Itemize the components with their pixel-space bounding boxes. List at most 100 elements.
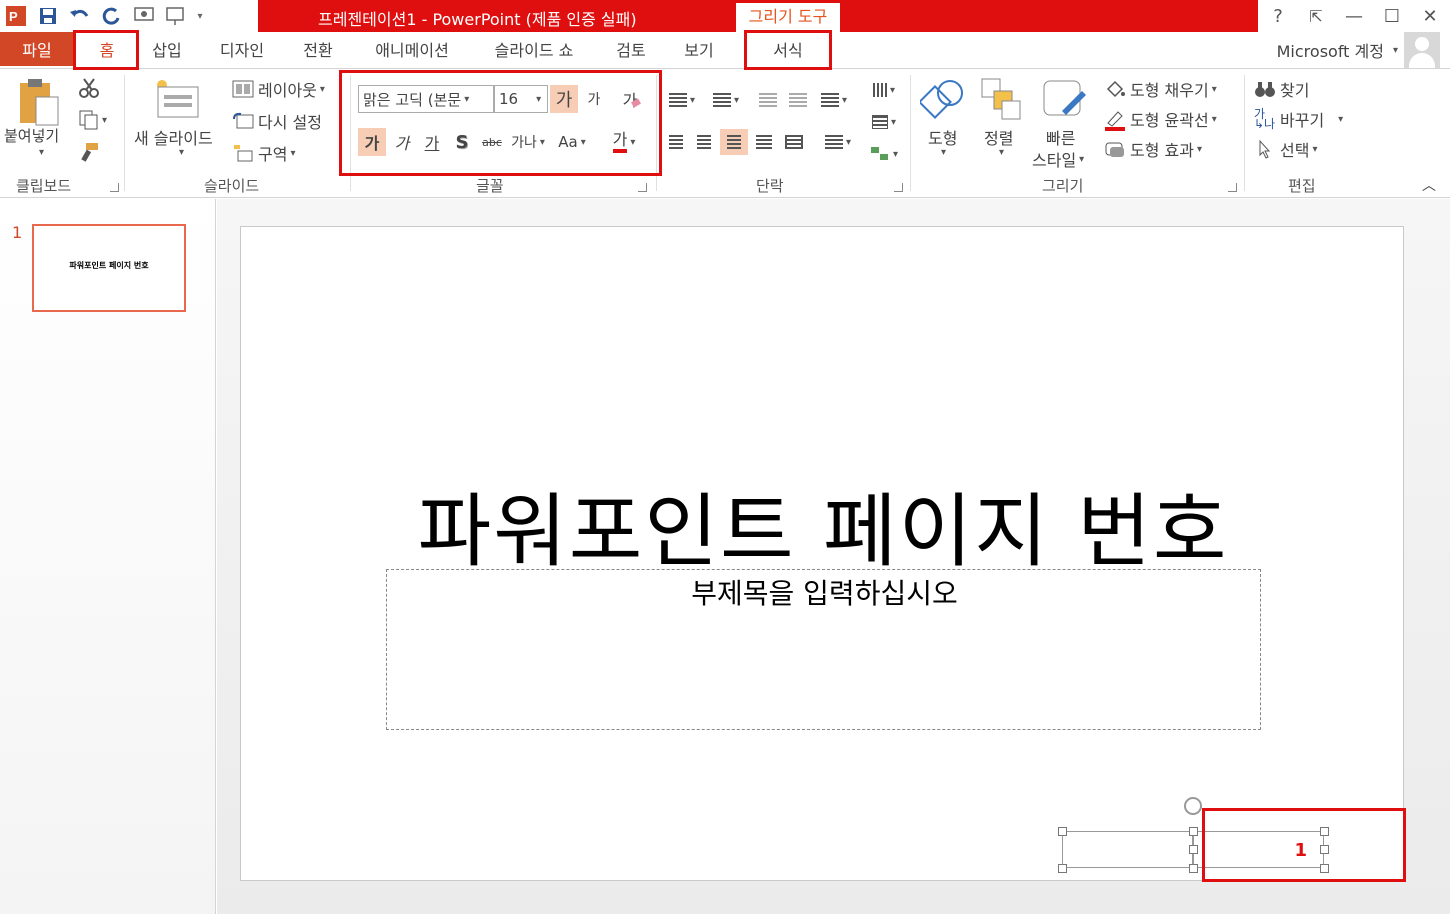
- save-icon[interactable]: [32, 0, 64, 32]
- footer-placeholder[interactable]: [1062, 831, 1193, 868]
- slide-thumbnail[interactable]: 파워포인트 페이지 번호: [32, 224, 186, 312]
- customize-qat-icon[interactable]: ▾: [192, 0, 208, 32]
- new-slide-button[interactable]: 새 슬라이드: [134, 125, 213, 149]
- shape-fill-button[interactable]: 도형 채우기 ▾: [1104, 77, 1217, 101]
- resize-handle[interactable]: [1320, 827, 1329, 836]
- avatar[interactable]: [1404, 32, 1440, 68]
- font-color-button[interactable]: 가 ▾: [602, 128, 646, 156]
- font-name-combobox[interactable]: 맑은 고딕 (본문 ▾: [358, 85, 494, 113]
- strikethrough-button[interactable]: abc: [478, 128, 506, 156]
- reset-button[interactable]: 다시 설정: [232, 109, 322, 133]
- tab-review[interactable]: 검토: [604, 32, 658, 66]
- select-button[interactable]: 선택 ▾: [1254, 137, 1317, 161]
- resize-handle[interactable]: [1058, 827, 1067, 836]
- undo-icon[interactable]: [64, 0, 96, 32]
- tab-format[interactable]: 서식: [748, 32, 828, 66]
- quick-styles-button[interactable]: 스타일 ▾: [1032, 147, 1084, 171]
- shapes-icon[interactable]: [920, 77, 966, 121]
- text-direction-button[interactable]: ▾: [864, 77, 904, 103]
- slide-canvas[interactable]: 파워포인트 페이지 번호 부제목을 입력하십시오 1: [240, 226, 1404, 881]
- ribbon-display-options-icon[interactable]: ⇱: [1298, 0, 1334, 32]
- tab-animations[interactable]: 애니메이션: [360, 32, 464, 66]
- increase-indent-button[interactable]: [784, 87, 812, 113]
- align-left-button[interactable]: [662, 129, 690, 155]
- minimize-button[interactable]: —: [1336, 0, 1372, 32]
- grow-font-button[interactable]: 가: [550, 85, 578, 113]
- close-button[interactable]: ✕: [1412, 0, 1448, 32]
- arrange-icon[interactable]: [980, 77, 1022, 121]
- shapes-dropdown[interactable]: ▾: [938, 147, 946, 158]
- present-icon[interactable]: [160, 0, 192, 32]
- resize-handle[interactable]: [1320, 864, 1329, 873]
- quick-styles-icon[interactable]: [1042, 77, 1088, 121]
- columns-button[interactable]: ▾: [818, 129, 858, 155]
- font-size-combobox[interactable]: 16 ▾: [494, 85, 548, 113]
- find-button[interactable]: 찾기: [1254, 77, 1309, 101]
- tab-file[interactable]: 파일: [0, 32, 74, 66]
- shapes-button[interactable]: 도형: [928, 125, 957, 149]
- quick-styles-label-1[interactable]: 빠른: [1046, 125, 1075, 149]
- align-right-button[interactable]: [720, 129, 748, 155]
- tab-insert[interactable]: 삽입: [140, 32, 194, 66]
- account-area[interactable]: Microsoft 계정 ▾: [1277, 32, 1440, 68]
- shape-outline-button[interactable]: 도형 윤곽선 ▾: [1104, 107, 1217, 131]
- resize-handle[interactable]: [1189, 827, 1198, 836]
- arrange-dropdown[interactable]: ▾: [996, 147, 1004, 158]
- shape-effects-button[interactable]: 도형 효과 ▾: [1104, 137, 1202, 161]
- clipboard-paste-icon[interactable]: [18, 77, 60, 127]
- arrange-button[interactable]: 정렬: [984, 125, 1013, 149]
- tab-view[interactable]: 보기: [672, 32, 726, 66]
- subtitle-placeholder[interactable]: 부제목을 입력하십시오: [386, 569, 1261, 730]
- clipboard-launcher-icon[interactable]: [110, 183, 119, 192]
- justify-button[interactable]: [750, 129, 778, 155]
- powerpoint-logo-icon[interactable]: P: [0, 0, 32, 32]
- font-launcher-icon[interactable]: [638, 183, 647, 192]
- shrink-font-button[interactable]: 가: [580, 85, 608, 113]
- slide-title[interactable]: 파워포인트 페이지 번호: [241, 467, 1405, 583]
- drawing-launcher-icon[interactable]: [1228, 183, 1237, 192]
- smartart-button[interactable]: ▾: [864, 141, 904, 167]
- slide-number-placeholder[interactable]: 1: [1193, 831, 1324, 868]
- cut-icon[interactable]: [78, 77, 100, 99]
- italic-button[interactable]: 가: [388, 128, 416, 156]
- paragraph-launcher-icon[interactable]: [894, 183, 903, 192]
- resize-handle[interactable]: [1320, 845, 1329, 854]
- tab-transitions[interactable]: 전환: [290, 32, 346, 66]
- copy-icon[interactable]: ▾: [78, 109, 112, 131]
- numbering-button[interactable]: ▾: [708, 87, 744, 113]
- section-button[interactable]: 구역 ▾: [232, 141, 295, 165]
- maximize-button[interactable]: ☐: [1374, 0, 1410, 32]
- align-center-button[interactable]: [690, 129, 718, 155]
- format-painter-icon[interactable]: [78, 141, 100, 163]
- subtitle-text[interactable]: 부제목을 입력하십시오: [387, 572, 1262, 612]
- redo-icon[interactable]: [96, 0, 128, 32]
- tab-home[interactable]: 홈: [78, 32, 136, 66]
- distribute-button[interactable]: [780, 129, 808, 155]
- paste-dropdown[interactable]: ▾: [36, 147, 44, 158]
- new-slide-icon[interactable]: [152, 77, 200, 121]
- rotate-handle-icon[interactable]: [1184, 797, 1202, 815]
- change-case-button[interactable]: Aa ▾: [552, 128, 592, 156]
- clear-formatting-button[interactable]: 가: [618, 85, 646, 113]
- character-spacing-button[interactable]: 가나 ▾: [508, 128, 548, 156]
- tab-design[interactable]: 디자인: [206, 32, 278, 66]
- resize-handle[interactable]: [1189, 864, 1198, 873]
- decrease-indent-button[interactable]: [754, 87, 782, 113]
- line-spacing-button[interactable]: ▾: [816, 87, 852, 113]
- tab-slideshow[interactable]: 슬라이드 쇼: [478, 32, 590, 66]
- underline-button[interactable]: 가: [418, 128, 446, 156]
- bold-button[interactable]: 가: [358, 128, 386, 156]
- align-text-button[interactable]: ▾: [864, 109, 904, 135]
- new-slide-dropdown[interactable]: ▾: [176, 147, 184, 158]
- resize-handle[interactable]: [1058, 864, 1067, 873]
- text-shadow-button[interactable]: S: [448, 128, 476, 156]
- bullets-button[interactable]: ▾: [664, 87, 700, 113]
- paste-button[interactable]: 붙여넣기: [4, 125, 59, 146]
- slideshow-from-start-icon[interactable]: [128, 0, 160, 32]
- help-icon[interactable]: ?: [1260, 0, 1296, 32]
- replace-button[interactable]: 가 ↳나 바꾸기 ▾: [1254, 107, 1343, 131]
- collapse-ribbon-icon[interactable]: ︿: [1422, 175, 1436, 195]
- resize-handle[interactable]: [1189, 845, 1198, 854]
- account-label[interactable]: Microsoft 계정: [1277, 38, 1384, 62]
- layout-button[interactable]: 레이아웃 ▾: [232, 77, 325, 101]
